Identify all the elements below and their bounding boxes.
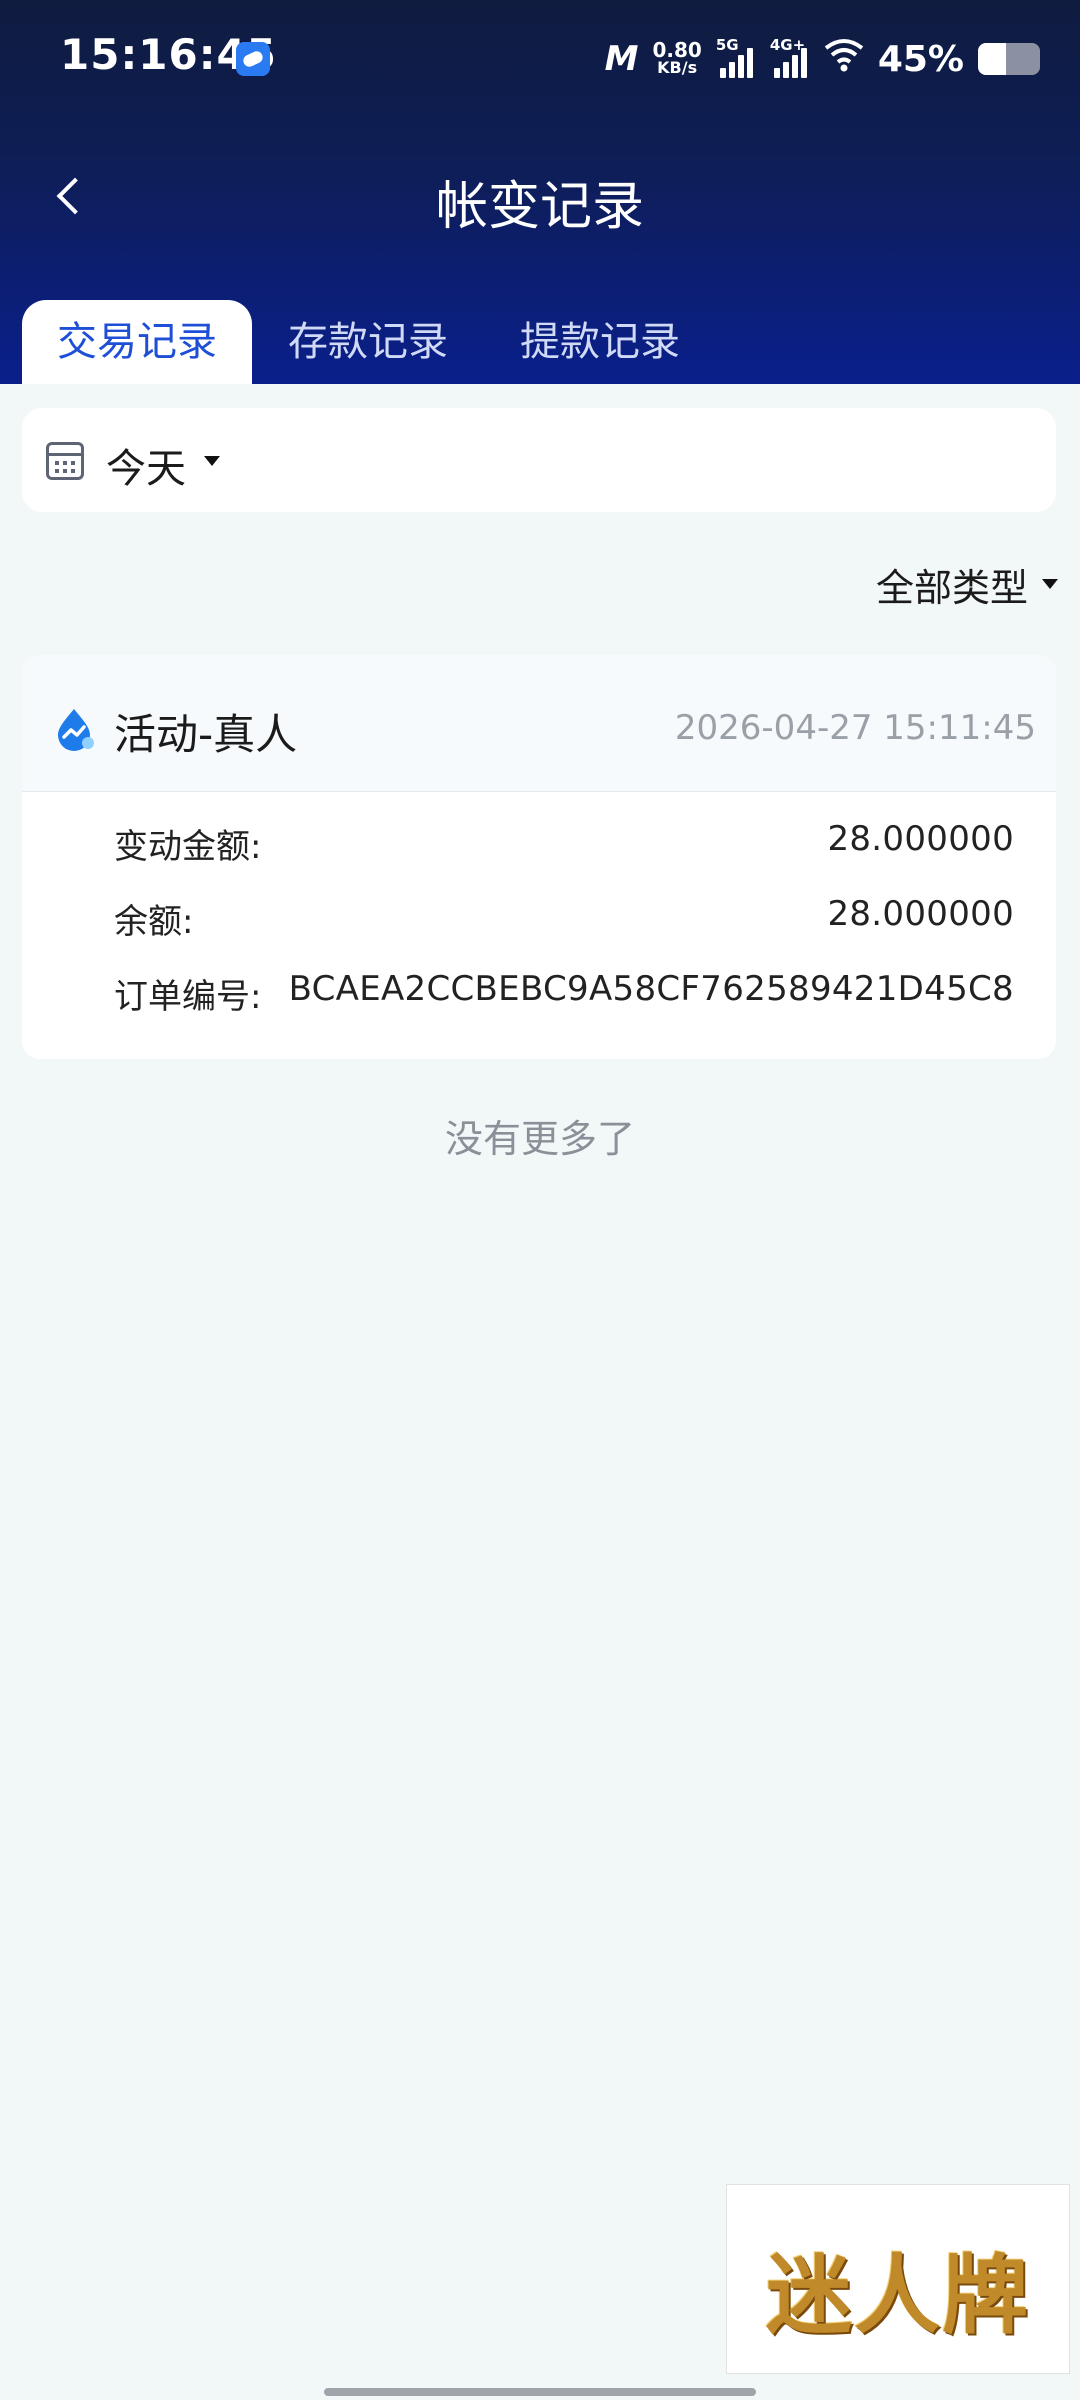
record-field-row: 变动金额: 28.000000 (22, 811, 1056, 871)
record-tabs: 交易记录 存款记录 提款记录 (0, 300, 1080, 384)
record-timestamp: 2026-04-27 15:11:45 (674, 708, 1036, 748)
tab-deposits[interactable]: 存款记录 (252, 300, 484, 384)
date-filter-label: 今天 (106, 446, 186, 492)
battery-percent: 45% (877, 38, 964, 80)
record-card[interactable]: 活动-真人 2026-04-27 15:11:45 变动金额: 28.00000… (22, 655, 1056, 1059)
field-label-change-amount: 变动金额: (114, 827, 262, 867)
record-card-header: 活动-真人 2026-04-27 15:11:45 (22, 655, 1056, 792)
tab-transactions[interactable]: 交易记录 (22, 300, 252, 384)
calendar-icon (46, 442, 84, 480)
record-title: 活动-真人 (114, 710, 298, 759)
status-bar: 15:16:45 M 0.80 KB/s 5G 4G+ 45% (0, 0, 1080, 120)
field-label-order-id: 订单编号: (114, 977, 262, 1017)
sim2-type-label: 4G+ (769, 36, 806, 54)
carrier-logo-icon: M (604, 39, 639, 79)
activity-drop-icon (52, 707, 96, 751)
record-field-row: 订单编号: BCAEA2CCBEBC9A58CF762589421D45C8 (22, 961, 1056, 1021)
battery-icon (978, 43, 1040, 75)
record-field-row: 余额: 28.000000 (22, 886, 1056, 946)
notification-app-icon (236, 42, 270, 76)
type-filter-label: 全部类型 (875, 565, 1028, 610)
field-label-balance: 余额: (114, 902, 194, 942)
network-speed: 0.80 KB/s (652, 38, 702, 77)
home-indicator[interactable] (324, 2388, 756, 2396)
floating-logo-badge[interactable]: 迷人牌 (726, 2184, 1070, 2374)
sim2-signal-icon: 4G+ (770, 36, 810, 78)
status-icons: M 0.80 KB/s 5G 4G+ 45% (605, 34, 1040, 84)
caret-down-icon (1042, 579, 1058, 589)
sim1-signal-icon: 5G (716, 36, 756, 78)
wifi-icon (824, 38, 864, 81)
caret-down-icon (204, 456, 220, 466)
tab-withdrawals[interactable]: 提款记录 (484, 300, 716, 384)
date-filter[interactable]: 今天 (22, 408, 1056, 512)
field-value-order-id: BCAEA2CCBEBC9A58CF762589421D45C8 (288, 969, 1014, 1009)
sim1-type-label: 5G (715, 36, 739, 54)
network-speed-unit: KB/s (657, 58, 698, 77)
type-filter[interactable]: 全部类型 (876, 556, 1058, 612)
page-title: 帐变记录 (435, 177, 644, 237)
field-value-change-amount: 28.000000 (827, 819, 1014, 859)
network-speed-value: 0.80 (652, 38, 702, 62)
nav-bar: 帐变记录 (0, 140, 1080, 250)
brand-logo: 迷人牌 (766, 2245, 1030, 2346)
field-value-balance: 28.000000 (827, 894, 1014, 934)
end-of-list-text: 没有更多了 (444, 1117, 635, 1161)
